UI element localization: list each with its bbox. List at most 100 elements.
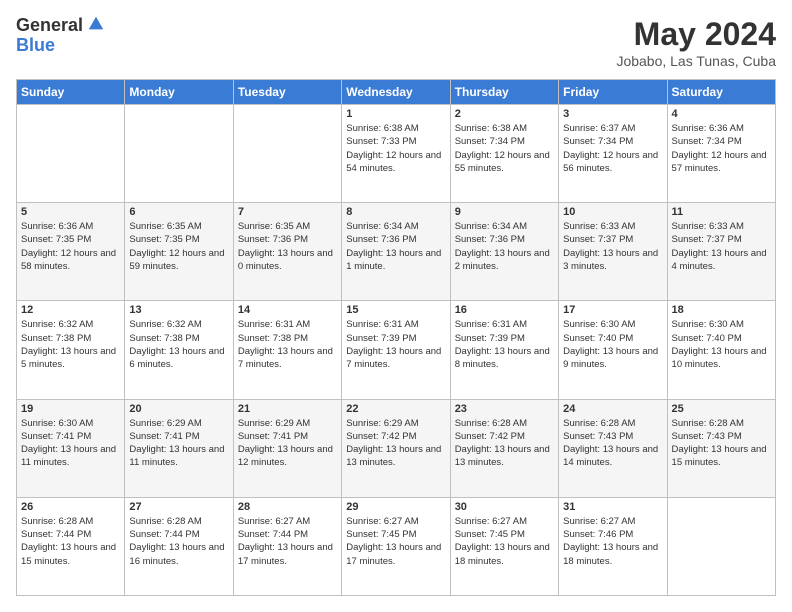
day-info: Sunrise: 6:32 AMSunset: 7:38 PMDaylight:…: [21, 318, 120, 371]
day-info: Sunrise: 6:35 AMSunset: 7:36 PMDaylight:…: [238, 220, 337, 273]
day-number: 18: [672, 304, 771, 316]
table-row: 7Sunrise: 6:35 AMSunset: 7:36 PMDaylight…: [233, 203, 341, 301]
table-row: 25 Sunrise: 6:28 AMSunset: 7:43 PMDayligh…: [667, 399, 775, 497]
day-number: 23: [455, 403, 554, 415]
day-number: 20: [129, 403, 228, 415]
day-number: 12: [21, 304, 120, 316]
table-row: 16 Sunrise: 6:31 AMSunset: 7:39 PMDayligh…: [450, 301, 558, 399]
day-info: Sunrise: 6:36 AMSunset: 7:34 PMDaylight:…: [672, 122, 771, 175]
table-row: 14 Sunrise: 6:31 AMSunset: 7:38 PMDayligh…: [233, 301, 341, 399]
table-row: 23 Sunrise: 6:28 AMSunset: 7:42 PMDayligh…: [450, 399, 558, 497]
calendar-week-row: 26 Sunrise: 6:28 AMSunset: 7:44 PMDayligh…: [17, 497, 776, 595]
day-info: Sunrise: 6:32 AMSunset: 7:38 PMDaylight:…: [129, 318, 228, 371]
day-info: Sunrise: 6:27 AMSunset: 7:45 PMDaylight:…: [346, 515, 445, 568]
day-number: 9: [455, 206, 554, 218]
table-row: [233, 105, 341, 203]
day-info: Sunrise: 6:30 AMSunset: 7:41 PMDaylight:…: [21, 417, 120, 470]
calendar-week-row: 5 Sunrise: 6:36 AMSunset: 7:35 PMDaylight…: [17, 203, 776, 301]
table-row: 17Sunrise: 6:30 AMSunset: 7:40 PMDayligh…: [559, 301, 667, 399]
table-row: 22Sunrise: 6:29 AMSunset: 7:42 PMDayligh…: [342, 399, 450, 497]
month-title: May 2024: [616, 16, 776, 53]
day-info: Sunrise: 6:27 AMSunset: 7:44 PMDaylight:…: [238, 515, 337, 568]
table-row: 21Sunrise: 6:29 AMSunset: 7:41 PMDayligh…: [233, 399, 341, 497]
day-info: Sunrise: 6:31 AMSunset: 7:38 PMDaylight:…: [238, 318, 337, 371]
day-info: Sunrise: 6:30 AMSunset: 7:40 PMDaylight:…: [672, 318, 771, 371]
day-info: Sunrise: 6:34 AMSunset: 7:36 PMDaylight:…: [455, 220, 554, 273]
table-row: 11 Sunrise: 6:33 AMSunset: 7:37 PMDayligh…: [667, 203, 775, 301]
day-number: 11: [672, 206, 771, 218]
table-row: 9 Sunrise: 6:34 AMSunset: 7:36 PMDaylight…: [450, 203, 558, 301]
day-number: 28: [238, 501, 337, 513]
day-number: 14: [238, 304, 337, 316]
table-row: [667, 497, 775, 595]
day-info: Sunrise: 6:37 AMSunset: 7:34 PMDaylight:…: [563, 122, 662, 175]
col-friday: Friday: [559, 80, 667, 105]
table-row: 8 Sunrise: 6:34 AMSunset: 7:36 PMDaylight…: [342, 203, 450, 301]
logo-general-text: General: [16, 16, 83, 36]
table-row: [17, 105, 125, 203]
col-saturday: Saturday: [667, 80, 775, 105]
col-monday: Monday: [125, 80, 233, 105]
day-number: 30: [455, 501, 554, 513]
header: General Blue May 2024 Jobabo, Las Tunas,…: [16, 16, 776, 69]
table-row: 31 Sunrise: 6:27 AMSunset: 7:46 PMDayligh…: [559, 497, 667, 595]
day-number: 10: [563, 206, 662, 218]
day-number: 31: [563, 501, 662, 513]
calendar-week-row: 19 Sunrise: 6:30 AMSunset: 7:41 PMDayligh…: [17, 399, 776, 497]
logo-icon: [87, 15, 105, 33]
location: Jobabo, Las Tunas, Cuba: [616, 53, 776, 69]
day-number: 25: [672, 403, 771, 415]
logo-blue-text: Blue: [16, 36, 105, 56]
day-info: Sunrise: 6:28 AMSunset: 7:43 PMDaylight:…: [563, 417, 662, 470]
table-row: [125, 105, 233, 203]
table-row: 6Sunrise: 6:35 AMSunset: 7:35 PMDaylight…: [125, 203, 233, 301]
day-number: 8: [346, 206, 445, 218]
day-number: 26: [21, 501, 120, 513]
day-number: 5: [21, 206, 120, 218]
day-number: 16: [455, 304, 554, 316]
day-info: Sunrise: 6:33 AMSunset: 7:37 PMDaylight:…: [672, 220, 771, 273]
table-row: 12 Sunrise: 6:32 AMSunset: 7:38 PMDayligh…: [17, 301, 125, 399]
calendar-week-row: 1Sunrise: 6:38 AMSunset: 7:33 PMDaylight…: [17, 105, 776, 203]
day-info: Sunrise: 6:28 AMSunset: 7:42 PMDaylight:…: [455, 417, 554, 470]
day-info: Sunrise: 6:38 AMSunset: 7:34 PMDaylight:…: [455, 122, 554, 175]
table-row: 13 Sunrise: 6:32 AMSunset: 7:38 PMDayligh…: [125, 301, 233, 399]
day-info: Sunrise: 6:31 AMSunset: 7:39 PMDaylight:…: [346, 318, 445, 371]
table-row: 1Sunrise: 6:38 AMSunset: 7:33 PMDaylight…: [342, 105, 450, 203]
col-wednesday: Wednesday: [342, 80, 450, 105]
day-info: Sunrise: 6:30 AMSunset: 7:40 PMDaylight:…: [563, 318, 662, 371]
day-info: Sunrise: 6:34 AMSunset: 7:36 PMDaylight:…: [346, 220, 445, 273]
day-info: Sunrise: 6:29 AMSunset: 7:41 PMDaylight:…: [129, 417, 228, 470]
day-number: 2: [455, 108, 554, 120]
table-row: 2 Sunrise: 6:38 AMSunset: 7:34 PMDaylight…: [450, 105, 558, 203]
table-row: 29Sunrise: 6:27 AMSunset: 7:45 PMDayligh…: [342, 497, 450, 595]
day-info: Sunrise: 6:38 AMSunset: 7:33 PMDaylight:…: [346, 122, 445, 175]
day-number: 24: [563, 403, 662, 415]
day-number: 13: [129, 304, 228, 316]
calendar: Sunday Monday Tuesday Wednesday Thursday…: [16, 79, 776, 596]
day-info: Sunrise: 6:33 AMSunset: 7:37 PMDaylight:…: [563, 220, 662, 273]
table-row: 24 Sunrise: 6:28 AMSunset: 7:43 PMDayligh…: [559, 399, 667, 497]
day-info: Sunrise: 6:36 AMSunset: 7:35 PMDaylight:…: [21, 220, 120, 273]
table-row: 27Sunrise: 6:28 AMSunset: 7:44 PMDayligh…: [125, 497, 233, 595]
table-row: 26 Sunrise: 6:28 AMSunset: 7:44 PMDayligh…: [17, 497, 125, 595]
day-number: 21: [238, 403, 337, 415]
table-row: 10 Sunrise: 6:33 AMSunset: 7:37 PMDayligh…: [559, 203, 667, 301]
calendar-header-row: Sunday Monday Tuesday Wednesday Thursday…: [17, 80, 776, 105]
table-row: 5 Sunrise: 6:36 AMSunset: 7:35 PMDaylight…: [17, 203, 125, 301]
page: General Blue May 2024 Jobabo, Las Tunas,…: [0, 0, 792, 612]
day-number: 6: [129, 206, 228, 218]
table-row: 4Sunrise: 6:36 AMSunset: 7:34 PMDaylight…: [667, 105, 775, 203]
day-info: Sunrise: 6:28 AMSunset: 7:44 PMDaylight:…: [21, 515, 120, 568]
day-number: 27: [129, 501, 228, 513]
col-thursday: Thursday: [450, 80, 558, 105]
day-number: 15: [346, 304, 445, 316]
table-row: 30 Sunrise: 6:27 AMSunset: 7:45 PMDayligh…: [450, 497, 558, 595]
day-info: Sunrise: 6:28 AMSunset: 7:43 PMDaylight:…: [672, 417, 771, 470]
day-number: 19: [21, 403, 120, 415]
day-info: Sunrise: 6:27 AMSunset: 7:45 PMDaylight:…: [455, 515, 554, 568]
day-info: Sunrise: 6:31 AMSunset: 7:39 PMDaylight:…: [455, 318, 554, 371]
day-info: Sunrise: 6:27 AMSunset: 7:46 PMDaylight:…: [563, 515, 662, 568]
logo: General Blue: [16, 16, 105, 56]
col-sunday: Sunday: [17, 80, 125, 105]
